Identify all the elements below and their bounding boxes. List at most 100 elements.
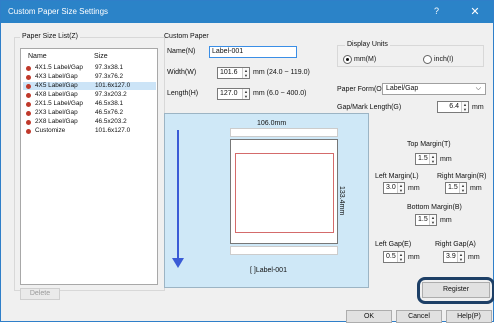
left-gap-field[interactable]: 0.5 ▲ ▼	[383, 251, 405, 263]
bottom-margin-label: Bottom Margin(B)	[407, 204, 462, 211]
spin-down-icon[interactable]: ▼	[244, 94, 248, 99]
width-value: 101.6	[220, 69, 238, 76]
red-circle-icon	[26, 84, 31, 89]
feed-direction-arrow	[177, 130, 179, 260]
list-item-size: 46.5x203.2	[95, 118, 127, 125]
gap-bar-top	[230, 128, 338, 137]
list-item-size: 97.3x38.1	[95, 64, 124, 71]
top-margin-stepper[interactable]: ▲ ▼	[429, 154, 436, 164]
cancel-button[interactable]: Cancel	[396, 310, 442, 323]
width-range: mm (24.0 ~ 119.0)	[253, 69, 310, 76]
chevron-down-icon[interactable]: ⌵	[476, 84, 481, 94]
red-circle-icon	[26, 111, 31, 116]
paper-form-dropdown[interactable]: Label/Gap ⌵	[382, 83, 486, 95]
list-item-size: 97.3x76.2	[95, 73, 124, 80]
paper-size-list[interactable]: Name Size 4X1.5 Label/Gap 97.3x38.1 4X3 La…	[20, 48, 158, 285]
bottom-margin-stepper[interactable]: ▲ ▼	[429, 215, 436, 225]
spin-down-icon[interactable]: ▼	[459, 257, 463, 262]
left-margin-field[interactable]: 3.0 ▲ ▼	[383, 182, 405, 194]
spin-down-icon[interactable]: ▼	[399, 188, 403, 193]
paper-form-value: Label/Gap	[386, 85, 419, 92]
spin-down-icon[interactable]: ▼	[463, 107, 467, 112]
width-stepper[interactable]: ▲ ▼	[242, 68, 249, 78]
preview-caption: [ ]Label-001	[250, 267, 287, 274]
red-circle-icon	[26, 129, 31, 134]
list-item[interactable]: 4X5 Label/Gap 101.6x127.0	[23, 82, 156, 90]
length-field[interactable]: 127.0 ▲ ▼	[217, 88, 250, 100]
left-gap-stepper[interactable]: ▲ ▼	[397, 252, 404, 262]
list-item-size: 46.5x38.1	[95, 100, 124, 107]
top-margin-unit: mm	[440, 156, 452, 163]
paper-size-list-label: Paper Size List(Z)	[20, 33, 81, 40]
gap-mark-value: 6.4	[449, 103, 459, 110]
list-item[interactable]: 4X1.5 Label/Gap 97.3x38.1	[23, 64, 156, 72]
gap-bar-bottom	[230, 246, 338, 255]
right-gap-value: 3.9	[446, 253, 456, 260]
list-item[interactable]: 4X3 Label/Gap 97.3x76.2	[23, 73, 156, 81]
delete-button[interactable]: Delete	[20, 288, 60, 300]
spin-down-icon[interactable]: ▼	[431, 220, 435, 225]
spin-down-icon[interactable]: ▼	[399, 257, 403, 262]
gap-mark-unit: mm	[472, 104, 484, 111]
list-item-name: Customize	[35, 127, 66, 134]
list-item[interactable]: 2X3 Label/Gap 46.5x76.2	[23, 109, 156, 117]
list-item-size: 101.6x127.0	[95, 127, 131, 134]
arrow-down-icon	[172, 258, 184, 268]
red-circle-icon	[26, 120, 31, 125]
red-circle-icon	[26, 75, 31, 80]
right-margin-label: Right Margin(R)	[437, 173, 487, 180]
right-margin-stepper[interactable]: ▲ ▼	[459, 183, 466, 193]
spin-down-icon[interactable]: ▼	[244, 73, 248, 78]
title-bar: Custom Paper Size Settings ? ✕	[1, 1, 493, 23]
list-item[interactable]: 2X1.5 Label/Gap 46.5x38.1	[23, 100, 156, 108]
display-units-label: Display Units	[345, 41, 390, 48]
name-label: Name(N)	[167, 48, 196, 55]
help-button[interactable]: Help(P)	[446, 310, 492, 323]
ok-button[interactable]: OK	[346, 310, 392, 323]
left-margin-stepper[interactable]: ▲ ▼	[397, 183, 404, 193]
gap-mark-label: Gap/Mark Length(G)	[337, 104, 402, 111]
inch-radio-label[interactable]: inch(I)	[434, 56, 453, 63]
close-icon[interactable]: ✕	[463, 4, 487, 20]
list-item[interactable]: 2X8 Label/Gap 46.5x203.2	[23, 118, 156, 126]
red-circle-icon	[26, 93, 31, 98]
paper-form-label: Paper Form(O)	[337, 86, 385, 93]
mm-radio-label[interactable]: mm(M)	[354, 56, 376, 63]
name-field[interactable]: Label-001	[209, 46, 297, 58]
list-item-name: 2X1.5 Label/Gap	[35, 100, 83, 107]
list-item-size: 101.6x127.0	[95, 82, 131, 89]
help-icon[interactable]: ?	[434, 6, 439, 16]
custom-paper-label: Custom Paper	[164, 33, 209, 40]
list-item[interactable]: 4X8 Label/Gap 97.3x203.2	[23, 91, 156, 99]
right-gap-field[interactable]: 3.9 ▲ ▼	[443, 251, 465, 263]
mm-radio[interactable]	[343, 55, 352, 64]
width-label: Width(W)	[167, 69, 197, 76]
spin-down-icon[interactable]: ▼	[461, 188, 465, 193]
bottom-margin-unit: mm	[440, 217, 452, 224]
bottom-margin-value: 1.5	[418, 216, 428, 223]
bottom-margin-field[interactable]: 1.5 ▲ ▼	[415, 214, 437, 226]
spin-down-icon[interactable]: ▼	[431, 159, 435, 164]
right-gap-label: Right Gap(A)	[435, 241, 476, 248]
length-range: mm (6.0 ~ 400.0)	[253, 90, 307, 97]
printable-area	[235, 153, 334, 233]
right-gap-stepper[interactable]: ▲ ▼	[457, 252, 464, 262]
gap-mark-field[interactable]: 6.4 ▲ ▼	[437, 101, 469, 113]
right-margin-field[interactable]: 1.5 ▲ ▼	[445, 182, 467, 194]
red-circle-icon	[26, 66, 31, 71]
gap-mark-stepper[interactable]: ▲ ▼	[461, 102, 468, 112]
preview-label	[230, 139, 338, 244]
list-item[interactable]: Customize 101.6x127.0	[23, 127, 156, 135]
inch-radio[interactable]	[423, 55, 432, 64]
list-item-size: 46.5x76.2	[95, 109, 124, 116]
top-margin-field[interactable]: 1.5 ▲ ▼	[415, 153, 437, 165]
left-gap-unit: mm	[408, 254, 420, 261]
list-item-size: 97.3x203.2	[95, 91, 127, 98]
width-field[interactable]: 101.6 ▲ ▼	[217, 67, 250, 79]
paper-preview: 106.0mm 133.4mm [ ]Label-001	[164, 113, 369, 288]
left-gap-value: 0.5	[386, 253, 396, 260]
right-margin-unit: mm	[470, 185, 482, 192]
list-item-name: 4X5 Label/Gap	[35, 82, 78, 89]
list-item-name: 2X8 Label/Gap	[35, 118, 78, 125]
length-stepper[interactable]: ▲ ▼	[242, 89, 249, 99]
